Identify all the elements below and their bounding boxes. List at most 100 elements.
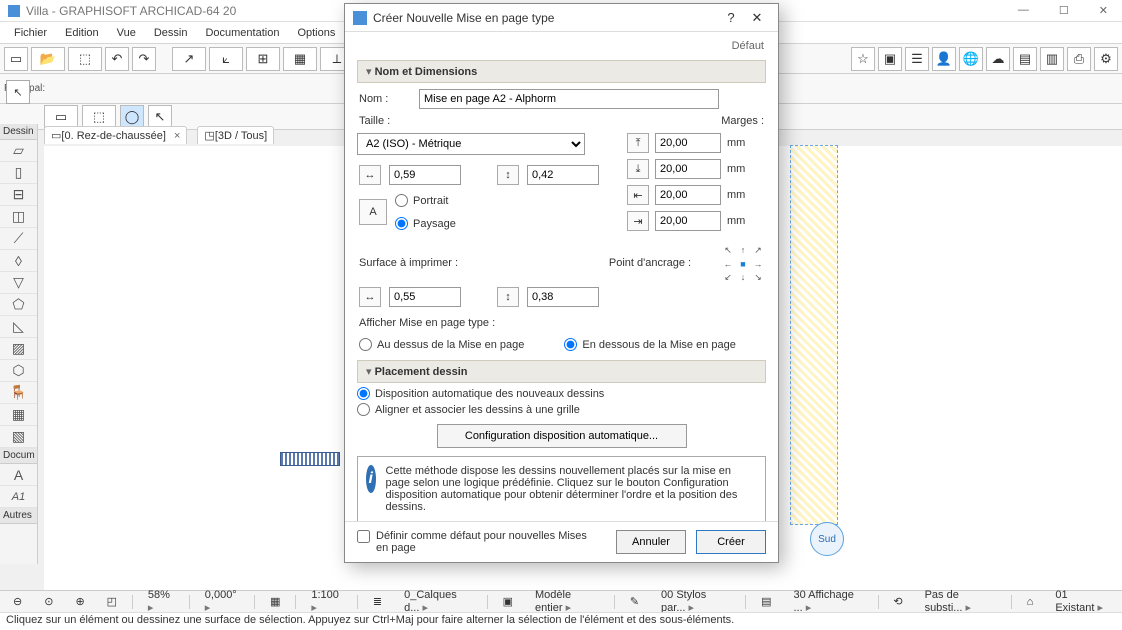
object-tool[interactable]: 🪑 (0, 382, 37, 404)
roof-tool[interactable]: ⬠ (0, 294, 37, 316)
unit-label: mm (727, 189, 745, 201)
minimize-button[interactable]: — (1012, 2, 1035, 19)
curtain-tool[interactable]: ▨ (0, 338, 37, 360)
menu-vue[interactable]: Vue (109, 24, 144, 42)
tool-layout[interactable]: ▣ (878, 47, 902, 71)
surf-width-input[interactable] (389, 287, 461, 307)
margin-right-icon: ⇥ (627, 211, 649, 231)
display-icon[interactable]: ▤ (754, 592, 778, 611)
dialog-help-button[interactable]: ? (718, 10, 744, 25)
cancel-button[interactable]: Annuler (616, 530, 686, 554)
zoom-window[interactable]: ◰ (100, 592, 124, 611)
anchor-grid[interactable]: ↖↑↗ ←■→ ↙↓↘ (722, 245, 764, 281)
tool-globe[interactable]: 🌐 (959, 47, 983, 71)
zone-tool[interactable]: ▦ (0, 404, 37, 426)
tool-catalog[interactable]: ▥ (1040, 47, 1064, 71)
menu-dessin[interactable]: Dessin (146, 24, 196, 42)
margin-left-icon: ⇤ (627, 185, 649, 205)
tool-cloud[interactable]: ☁ (986, 47, 1010, 71)
height-input[interactable] (527, 165, 599, 185)
tool-snap[interactable]: ⊞ (246, 47, 280, 71)
close-tab-icon[interactable]: × (174, 130, 180, 142)
subst-icon[interactable]: ⟲ (886, 592, 909, 611)
app-icon (8, 5, 20, 17)
tool-print[interactable]: ⎙ (1067, 47, 1091, 71)
close-button[interactable]: ✕ (1093, 2, 1114, 19)
mesh-tool[interactable]: ▧ (0, 426, 37, 448)
taille-label: Taille : (359, 115, 390, 127)
layers-icon[interactable]: ≣ (366, 592, 389, 611)
shell-tool[interactable]: ◺ (0, 316, 37, 338)
margin-right-input[interactable] (655, 211, 721, 231)
tool-fav[interactable]: ☆ (851, 47, 875, 71)
slab-tool[interactable]: ◊ (0, 250, 37, 272)
label-tool[interactable]: A1 (0, 486, 37, 508)
exist-icon[interactable]: ⌂ (1020, 593, 1041, 611)
zoom-in[interactable]: ⊕ (68, 592, 91, 611)
maximize-button[interactable]: ☐ (1053, 2, 1075, 19)
toolbox-header-autres: Autres (0, 508, 37, 524)
radio-grid-layout[interactable]: Aligner et associer les dessins à une gr… (357, 403, 766, 416)
morph-tool[interactable]: ⬡ (0, 360, 37, 382)
section-name-dim[interactable]: Nom et Dimensions (357, 60, 766, 83)
text-tool[interactable]: A (0, 464, 37, 486)
name-label: Nom : (359, 93, 411, 105)
tool-redo[interactable]: ↷ (132, 47, 156, 71)
radio-above[interactable]: Au dessus de la Mise en page (359, 338, 524, 351)
surf-height-input[interactable] (527, 287, 599, 307)
tab-floorplan-label: [0. Rez-de-chaussée] (61, 130, 166, 142)
model-icon[interactable]: ▣ (496, 592, 520, 611)
zoom-out[interactable]: ⊖ (6, 592, 29, 611)
door-tool[interactable]: ▯ (0, 162, 37, 184)
margin-left-input[interactable] (655, 185, 721, 205)
width-input[interactable] (389, 165, 461, 185)
tool-settings[interactable]: ⚙ (1094, 47, 1118, 71)
radio-auto-layout[interactable]: Disposition automatique des nouveaux des… (357, 387, 766, 400)
beam-tool[interactable]: ⟋ (0, 228, 37, 250)
arrow-tool[interactable]: ↖ (6, 80, 30, 104)
orientation-icon: A (359, 199, 387, 225)
config-auto-button[interactable]: Configuration disposition automatique... (437, 424, 687, 448)
tool-open[interactable]: 📂 (31, 47, 65, 71)
tool-angle[interactable]: ⟀ (209, 47, 243, 71)
drawn-object[interactable] (280, 452, 340, 466)
pens-icon[interactable]: ✎ (623, 592, 646, 611)
name-input[interactable] (419, 89, 719, 109)
tool-layers[interactable]: ☰ (905, 47, 929, 71)
radio-below[interactable]: En dessous de la Mise en page (564, 338, 736, 351)
default-checkbox[interactable]: Définir comme défaut pour nouvelles Mise… (357, 530, 587, 554)
menu-documentation[interactable]: Documentation (197, 24, 287, 42)
compass[interactable]: Sud (810, 522, 850, 562)
default-link[interactable]: Défaut (357, 38, 766, 56)
tab-3d[interactable]: ◳ [3D / Tous] (197, 126, 274, 144)
dialog-icon (353, 11, 367, 25)
zoom-fit[interactable]: ⊙ (37, 592, 60, 611)
stair-tool[interactable]: ▽ (0, 272, 37, 294)
menu-options[interactable]: Options (289, 24, 343, 42)
section-placement[interactable]: Placement dessin (357, 360, 766, 383)
radio-paysage[interactable]: Paysage (395, 217, 456, 230)
grid-icon[interactable]: ▦ (263, 592, 287, 611)
toolbox-header-docum: Docum (0, 448, 37, 464)
cube-icon: ◳ (204, 129, 214, 142)
tool-books[interactable]: ▤ (1013, 47, 1037, 71)
size-select[interactable]: A2 (ISO) - Métrique (357, 133, 585, 155)
window-tool[interactable]: ⊟ (0, 184, 37, 206)
tab-floorplan[interactable]: ▭ [0. Rez-de-chaussée] × (44, 126, 187, 144)
wall-tool[interactable]: ▱ (0, 140, 37, 162)
margin-bottom-input[interactable] (655, 159, 721, 179)
tool-new[interactable]: ▭ (4, 47, 28, 71)
menu-fichier[interactable]: Fichier (6, 24, 55, 42)
tool-user[interactable]: 👤 (932, 47, 956, 71)
tool-undo[interactable]: ↶ (105, 47, 129, 71)
tool-line[interactable]: ↗ (172, 47, 206, 71)
info-text: Cette méthode dispose les dessins nouvel… (386, 465, 757, 513)
radio-portrait[interactable]: Portrait (395, 194, 456, 207)
column-tool[interactable]: ◫ (0, 206, 37, 228)
tool-select[interactable]: ⬚ (68, 47, 102, 71)
tool-grid[interactable]: ▦ (283, 47, 317, 71)
menu-edition[interactable]: Edition (57, 24, 107, 42)
create-button[interactable]: Créer (696, 530, 766, 554)
margin-top-input[interactable] (655, 133, 721, 153)
dialog-close-button[interactable]: ✕ (744, 10, 770, 26)
